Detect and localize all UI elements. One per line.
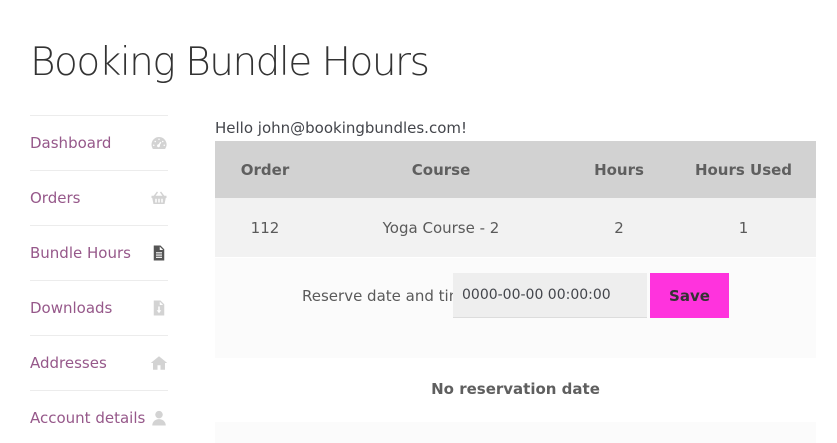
reserve-date-label: Reserve date and time — [302, 287, 473, 305]
account-navigation: Dashboard Orders Bundle Hours Downloads … — [30, 115, 168, 443]
download-file-icon — [150, 299, 168, 317]
nav-item-label[interactable]: Bundle Hours — [30, 244, 131, 262]
document-icon — [150, 244, 168, 262]
table-header-row: Order Course Hours Hours Used — [215, 141, 816, 198]
cell-hours-used: 1 — [671, 198, 816, 257]
dashboard-icon — [150, 134, 168, 152]
column-header-course: Course — [315, 141, 567, 198]
page-title: Booking Bundle Hours — [30, 40, 430, 85]
nav-item-bundle-hours[interactable]: Bundle Hours — [30, 225, 168, 280]
reservation-status-text: No reservation date — [431, 380, 600, 398]
nav-item-orders[interactable]: Orders — [30, 170, 168, 225]
nav-item-label[interactable]: Addresses — [30, 354, 107, 372]
nav-item-label[interactable]: Downloads — [30, 299, 112, 317]
table-row: 112 Yoga Course - 2 2 1 — [215, 198, 816, 257]
column-header-hours: Hours — [567, 141, 671, 198]
home-icon — [150, 354, 168, 372]
user-icon — [150, 409, 168, 427]
reservation-status-panel: No reservation date — [215, 358, 816, 443]
reserve-datetime-input[interactable] — [453, 273, 647, 318]
reserve-form: Reserve date and time Save — [215, 258, 816, 358]
cell-order: 112 — [215, 198, 315, 257]
nav-item-dashboard[interactable]: Dashboard — [30, 115, 168, 170]
status-panel-background — [215, 422, 816, 443]
bundle-hours-table: Order Course Hours Hours Used 112 Yoga C… — [215, 141, 816, 257]
nav-item-addresses[interactable]: Addresses — [30, 335, 168, 390]
nav-item-label[interactable]: Orders — [30, 189, 80, 207]
nav-item-label[interactable]: Account details — [30, 409, 145, 427]
column-header-hours-used: Hours Used — [671, 141, 816, 198]
column-header-order: Order — [215, 141, 315, 198]
cell-course: Yoga Course - 2 — [315, 198, 567, 257]
basket-icon — [150, 189, 168, 207]
greeting-text: Hello john@bookingbundles.com! — [215, 119, 467, 137]
nav-item-account-details[interactable]: Account details — [30, 390, 168, 443]
save-button[interactable]: Save — [650, 273, 729, 318]
nav-item-downloads[interactable]: Downloads — [30, 280, 168, 335]
cell-hours: 2 — [567, 198, 671, 257]
nav-item-label[interactable]: Dashboard — [30, 134, 111, 152]
